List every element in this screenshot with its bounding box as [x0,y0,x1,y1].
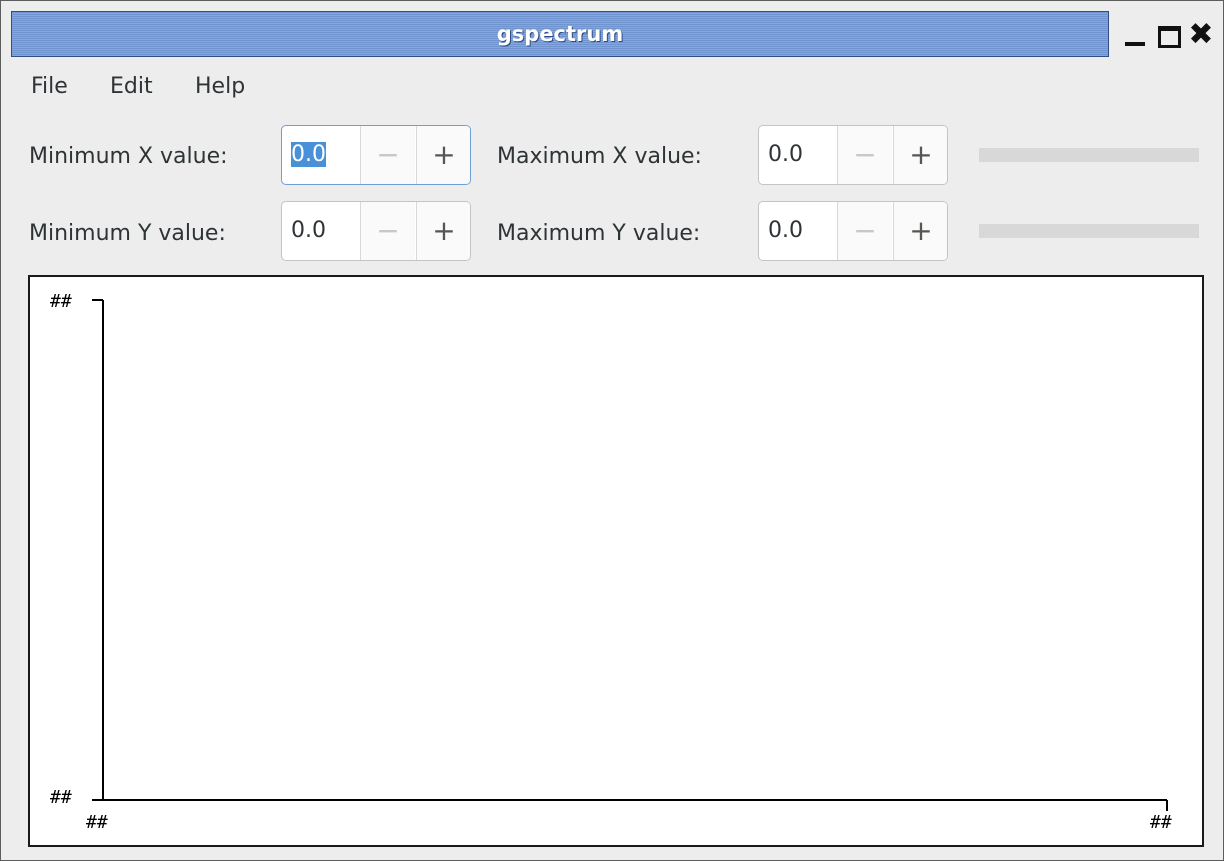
window-title: gspectrum [496,22,624,46]
max-x-increment-button[interactable]: + [893,126,947,184]
min-x-input[interactable]: 0.0 [282,126,360,184]
min-x-label: Minimum X value: [29,144,228,169]
plot-canvas: ## ## ## ## [50,291,1172,833]
spectrum-plot-area[interactable]: ## ## ## ## [28,275,1204,847]
maximize-button[interactable] [1155,19,1183,51]
close-icon: ✖ [1188,17,1214,52]
window-controls: ✖ [1119,19,1219,51]
min-x-spinbutton[interactable]: 0.0 − + [281,125,471,185]
close-button[interactable]: ✖ [1187,19,1215,51]
max-y-spinbutton[interactable]: 0.0 − + [758,201,948,261]
min-y-spinbutton[interactable]: 0.0 − + [281,201,471,261]
x-max-label: ## [1150,812,1172,833]
y-max-label: ## [50,291,72,312]
menu-help[interactable]: Help [195,69,245,105]
y-range-slider[interactable] [979,224,1199,238]
max-y-increment-button[interactable]: + [893,202,947,260]
max-y-decrement-button[interactable]: − [837,202,892,260]
min-y-label: Minimum Y value: [29,221,226,246]
min-x-selected-text: 0.0 [291,142,326,167]
menu-file[interactable]: File [31,69,68,105]
min-y-increment-button[interactable]: + [416,202,470,260]
min-x-decrement-button[interactable]: − [360,126,415,184]
gspectrum-window: gspectrum ✖ File Edit Help Minimum X val… [0,0,1224,861]
menu-edit[interactable]: Edit [110,69,153,105]
x-range-slider[interactable] [979,148,1199,162]
max-x-decrement-button[interactable]: − [837,126,892,184]
max-x-spinbutton[interactable]: 0.0 − + [758,125,948,185]
max-x-label: Maximum X value: [497,144,702,169]
max-x-input[interactable]: 0.0 [759,126,837,184]
x-min-label: ## [86,812,108,833]
min-x-increment-button[interactable]: + [416,126,470,184]
minimize-button[interactable] [1121,19,1149,51]
min-y-decrement-button[interactable]: − [360,202,415,260]
max-y-label: Maximum Y value: [497,221,701,246]
minimize-icon [1125,42,1145,46]
maximize-icon [1158,26,1181,48]
title-bar[interactable]: gspectrum [11,11,1109,57]
min-y-input[interactable]: 0.0 [282,202,360,260]
max-y-input[interactable]: 0.0 [759,202,837,260]
y-min-label: ## [50,787,72,808]
